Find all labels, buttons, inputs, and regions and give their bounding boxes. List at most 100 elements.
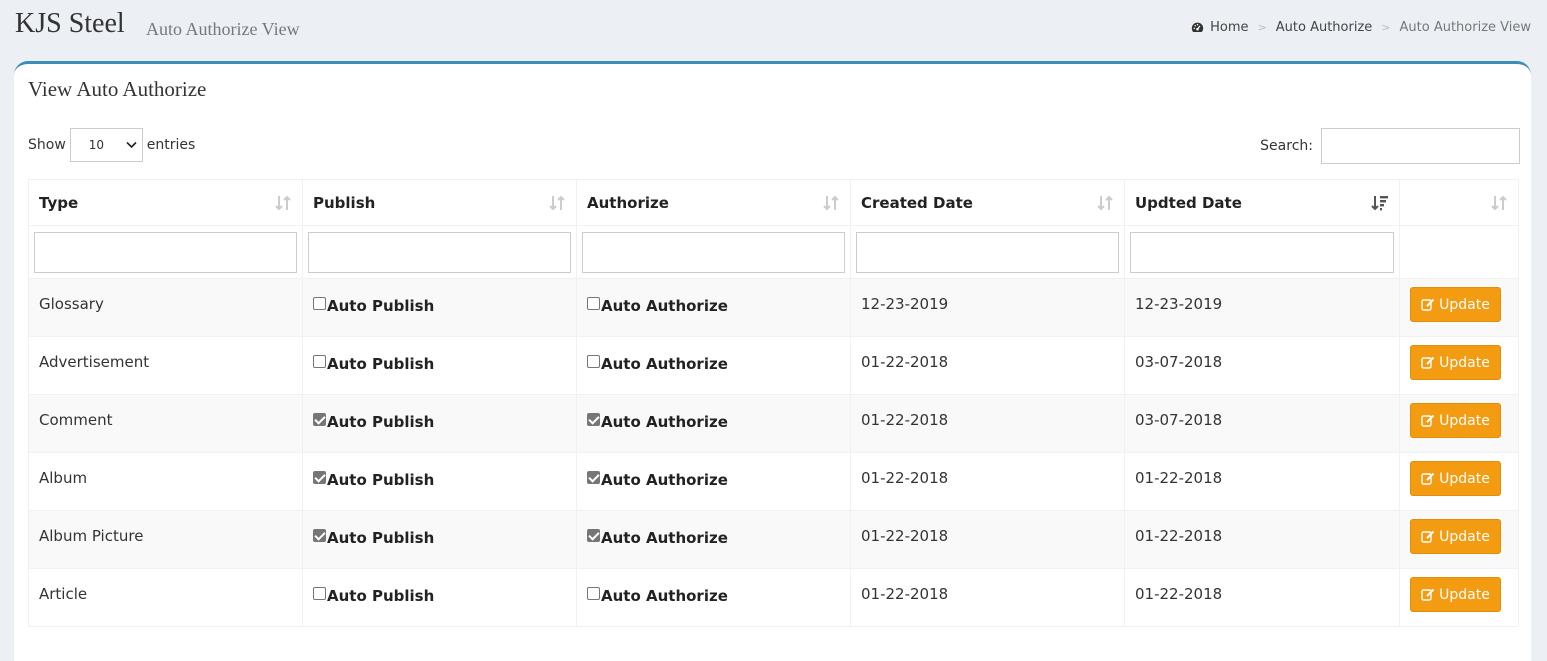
auto-authorize-label: Auto Authorize <box>601 355 728 373</box>
checkbox-box[interactable] <box>313 528 326 542</box>
checkbox-box[interactable] <box>313 296 326 310</box>
breadcrumb-home[interactable]: Home <box>1210 20 1248 35</box>
table-row: Article Auto Publish Auto Authorize 01-2… <box>28 568 1519 627</box>
update-button[interactable]: Update <box>1410 403 1501 438</box>
update-button-label: Update <box>1439 528 1490 545</box>
update-button-label: Update <box>1439 296 1490 313</box>
checkbox-box[interactable] <box>313 354 326 368</box>
table-row: Album Auto Publish Auto Authorize 01-22-… <box>28 452 1519 511</box>
table-row: Comment Auto Publish Auto Authorize 01-2… <box>28 394 1519 453</box>
view-box: View Auto Authorize Show 10 entries Sear… <box>14 61 1531 661</box>
auto-authorize-checkbox[interactable]: Auto Authorize <box>587 296 840 315</box>
update-button-label: Update <box>1439 586 1490 603</box>
cell-created-date: 01-22-2018 <box>850 452 1125 511</box>
update-button[interactable]: Update <box>1410 345 1501 380</box>
sort-both-icon <box>549 195 565 211</box>
cell-updated-date: 01-22-2018 <box>1124 452 1400 511</box>
cell-created-date: 12-23-2019 <box>850 278 1125 337</box>
filter-row <box>28 225 1519 279</box>
auto-publish-label: Auto Publish <box>327 413 435 431</box>
checkbox-box[interactable] <box>587 528 600 542</box>
cell-updated-date: 03-07-2018 <box>1124 336 1400 395</box>
table-body: Glossary Auto Publish Auto Authorize 12-… <box>28 278 1519 627</box>
auto-authorize-checkbox[interactable]: Auto Authorize <box>587 354 840 373</box>
auto-publish-checkbox[interactable]: Auto Publish <box>313 528 566 547</box>
update-button[interactable]: Update <box>1410 461 1501 496</box>
cell-type: Article <box>28 568 303 627</box>
column-header-updated-date[interactable]: Updted Date <box>1124 179 1400 226</box>
update-button[interactable]: Update <box>1410 519 1501 554</box>
checkbox-box[interactable] <box>587 586 600 600</box>
filter-updated-date-input[interactable] <box>1130 231 1394 273</box>
filter-authorize-input[interactable] <box>582 231 845 273</box>
column-header-actions[interactable] <box>1399 179 1519 226</box>
cell-updated-date: 03-07-2018 <box>1124 394 1400 453</box>
column-header-authorize[interactable]: Authorize <box>576 179 851 226</box>
auto-publish-checkbox[interactable]: Auto Publish <box>313 296 566 315</box>
auto-publish-label: Auto Publish <box>327 471 435 489</box>
checkbox-box[interactable] <box>587 470 600 484</box>
auto-publish-checkbox[interactable]: Auto Publish <box>313 586 566 605</box>
auto-publish-checkbox[interactable]: Auto Publish <box>313 412 566 431</box>
edit-icon <box>1421 356 1435 369</box>
auto-authorize-label: Auto Authorize <box>601 297 728 315</box>
auto-authorize-checkbox[interactable]: Auto Authorize <box>587 528 840 547</box>
entries-length-control: Show 10 entries <box>28 128 195 162</box>
page-subtitle: Auto Authorize View <box>146 19 300 39</box>
sort-both-icon <box>823 195 839 211</box>
update-button-label: Update <box>1439 354 1490 371</box>
breadcrumb-auto-authorize[interactable]: Auto Authorize <box>1276 20 1373 35</box>
column-header-publish[interactable]: Publish <box>302 179 577 226</box>
sort-descending-icon <box>1371 196 1388 211</box>
cell-updated-date: 01-22-2018 <box>1124 568 1400 627</box>
brand-title: KJS Steel <box>15 8 125 39</box>
auto-publish-label: Auto Publish <box>327 529 435 547</box>
sort-both-icon <box>1491 195 1507 211</box>
table-row: Glossary Auto Publish Auto Authorize 12-… <box>28 278 1519 337</box>
filter-type-input[interactable] <box>34 231 297 273</box>
cell-type: Album <box>28 452 303 511</box>
search-label: Search: <box>1260 138 1313 154</box>
auto-publish-checkbox[interactable]: Auto Publish <box>313 470 566 489</box>
search-input[interactable] <box>1321 128 1520 164</box>
search-control: Search: <box>1260 128 1520 164</box>
update-button[interactable]: Update <box>1410 577 1501 612</box>
auto-publish-label: Auto Publish <box>327 355 435 373</box>
auto-authorize-label: Auto Authorize <box>601 529 728 547</box>
auto-publish-checkbox[interactable]: Auto Publish <box>313 354 566 373</box>
cell-type: Glossary <box>28 278 303 337</box>
auto-authorize-checkbox[interactable]: Auto Authorize <box>587 586 840 605</box>
cell-updated-date: 01-22-2018 <box>1124 510 1400 569</box>
checkbox-box[interactable] <box>313 412 326 426</box>
checkbox-box[interactable] <box>587 296 600 310</box>
edit-icon <box>1421 472 1435 485</box>
content-header: KJS Steel Auto Authorize View Home > Aut… <box>0 0 1547 60</box>
cell-created-date: 01-22-2018 <box>850 568 1125 627</box>
auto-authorize-checkbox[interactable]: Auto Authorize <box>587 470 840 489</box>
filter-publish-input[interactable] <box>308 231 571 273</box>
entries-select[interactable]: 10 <box>69 128 143 162</box>
filter-created-date-input[interactable] <box>856 231 1119 273</box>
checkbox-box[interactable] <box>587 354 600 368</box>
cell-type: Album Picture <box>28 510 303 569</box>
cell-type: Comment <box>28 394 303 453</box>
cell-created-date: 01-22-2018 <box>850 510 1125 569</box>
column-header-type[interactable]: Type <box>28 179 303 226</box>
auto-authorize-checkbox[interactable]: Auto Authorize <box>587 412 840 431</box>
auto-authorize-table: Type Publish Authorize Created Date Updt… <box>28 179 1519 627</box>
sort-both-icon <box>275 195 291 211</box>
checkbox-box[interactable] <box>313 470 326 484</box>
checkbox-box[interactable] <box>313 586 326 600</box>
checkbox-box[interactable] <box>587 412 600 426</box>
column-header-created-date[interactable]: Created Date <box>850 179 1125 226</box>
breadcrumb: Home > Auto Authorize > Auto Authorize V… <box>1191 20 1531 35</box>
edit-icon <box>1421 298 1435 311</box>
breadcrumb-separator: > <box>1381 21 1391 34</box>
update-button[interactable]: Update <box>1410 287 1501 322</box>
edit-icon <box>1421 414 1435 427</box>
cell-created-date: 01-22-2018 <box>850 336 1125 395</box>
auto-publish-label: Auto Publish <box>327 297 435 315</box>
breadcrumb-separator: > <box>1257 21 1267 34</box>
auto-publish-label: Auto Publish <box>327 587 435 605</box>
sort-both-icon <box>1097 195 1113 211</box>
